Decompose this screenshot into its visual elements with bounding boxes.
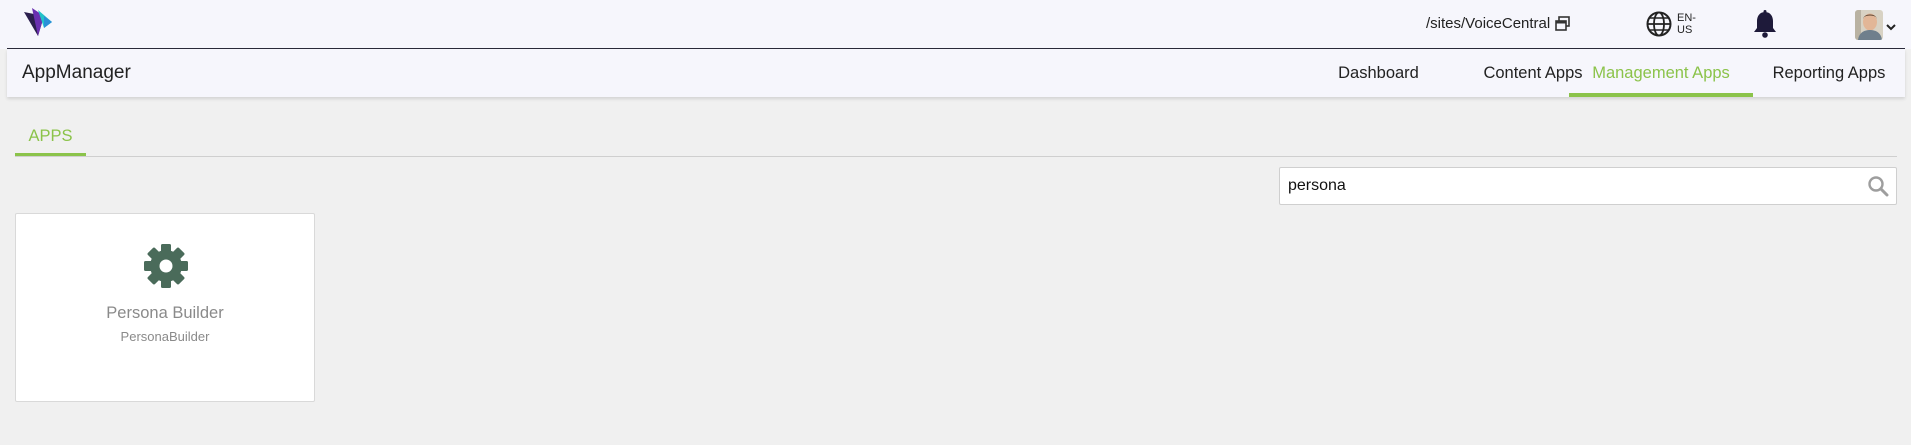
tab-dashboard-label: Dashboard bbox=[1338, 64, 1419, 82]
language-line-2: US bbox=[1677, 24, 1693, 36]
user-avatar[interactable] bbox=[1855, 10, 1883, 40]
globe-icon[interactable] bbox=[1645, 10, 1673, 38]
bell-icon[interactable] bbox=[1751, 9, 1779, 39]
tab-dashboard[interactable]: Dashboard bbox=[1309, 49, 1448, 97]
tab-management-apps-label: Management Apps bbox=[1592, 64, 1730, 82]
search-icon[interactable] bbox=[1867, 175, 1889, 197]
language-line-1: EN- bbox=[1677, 12, 1696, 24]
search-box bbox=[1279, 167, 1897, 205]
tab-reporting-apps-label: Reporting Apps bbox=[1772, 64, 1886, 82]
tab-management-apps[interactable]: Management Apps bbox=[1569, 49, 1753, 97]
top-bar: /sites/VoiceCentral EN- US bbox=[0, 0, 1911, 49]
window-switch-icon[interactable] bbox=[1554, 15, 1571, 32]
search-input[interactable] bbox=[1288, 168, 1848, 204]
tab-content-apps-label: Content Apps bbox=[1483, 64, 1583, 82]
brand-logo-icon[interactable] bbox=[22, 6, 58, 42]
chevron-down-icon[interactable] bbox=[1885, 19, 1897, 31]
language-selector[interactable]: EN- US bbox=[1677, 12, 1701, 36]
active-tab-indicator bbox=[1569, 93, 1753, 97]
tab-apps[interactable]: APPS bbox=[15, 122, 86, 157]
tab-reporting-apps[interactable]: Reporting Apps bbox=[1753, 49, 1905, 97]
app-card[interactable]: Persona Builder PersonaBuilder bbox=[15, 213, 315, 402]
site-path[interactable]: /sites/VoiceCentral bbox=[1426, 15, 1550, 32]
app-title: AppManager bbox=[22, 62, 131, 83]
app-name: Persona Builder bbox=[106, 304, 224, 322]
tab-divider bbox=[15, 156, 1897, 157]
app-nav-bar: AppManager Dashboard Content Apps Manage… bbox=[7, 49, 1905, 97]
gear-icon bbox=[142, 242, 190, 290]
tab-apps-label: APPS bbox=[28, 127, 73, 145]
app-id: PersonaBuilder bbox=[120, 329, 210, 344]
